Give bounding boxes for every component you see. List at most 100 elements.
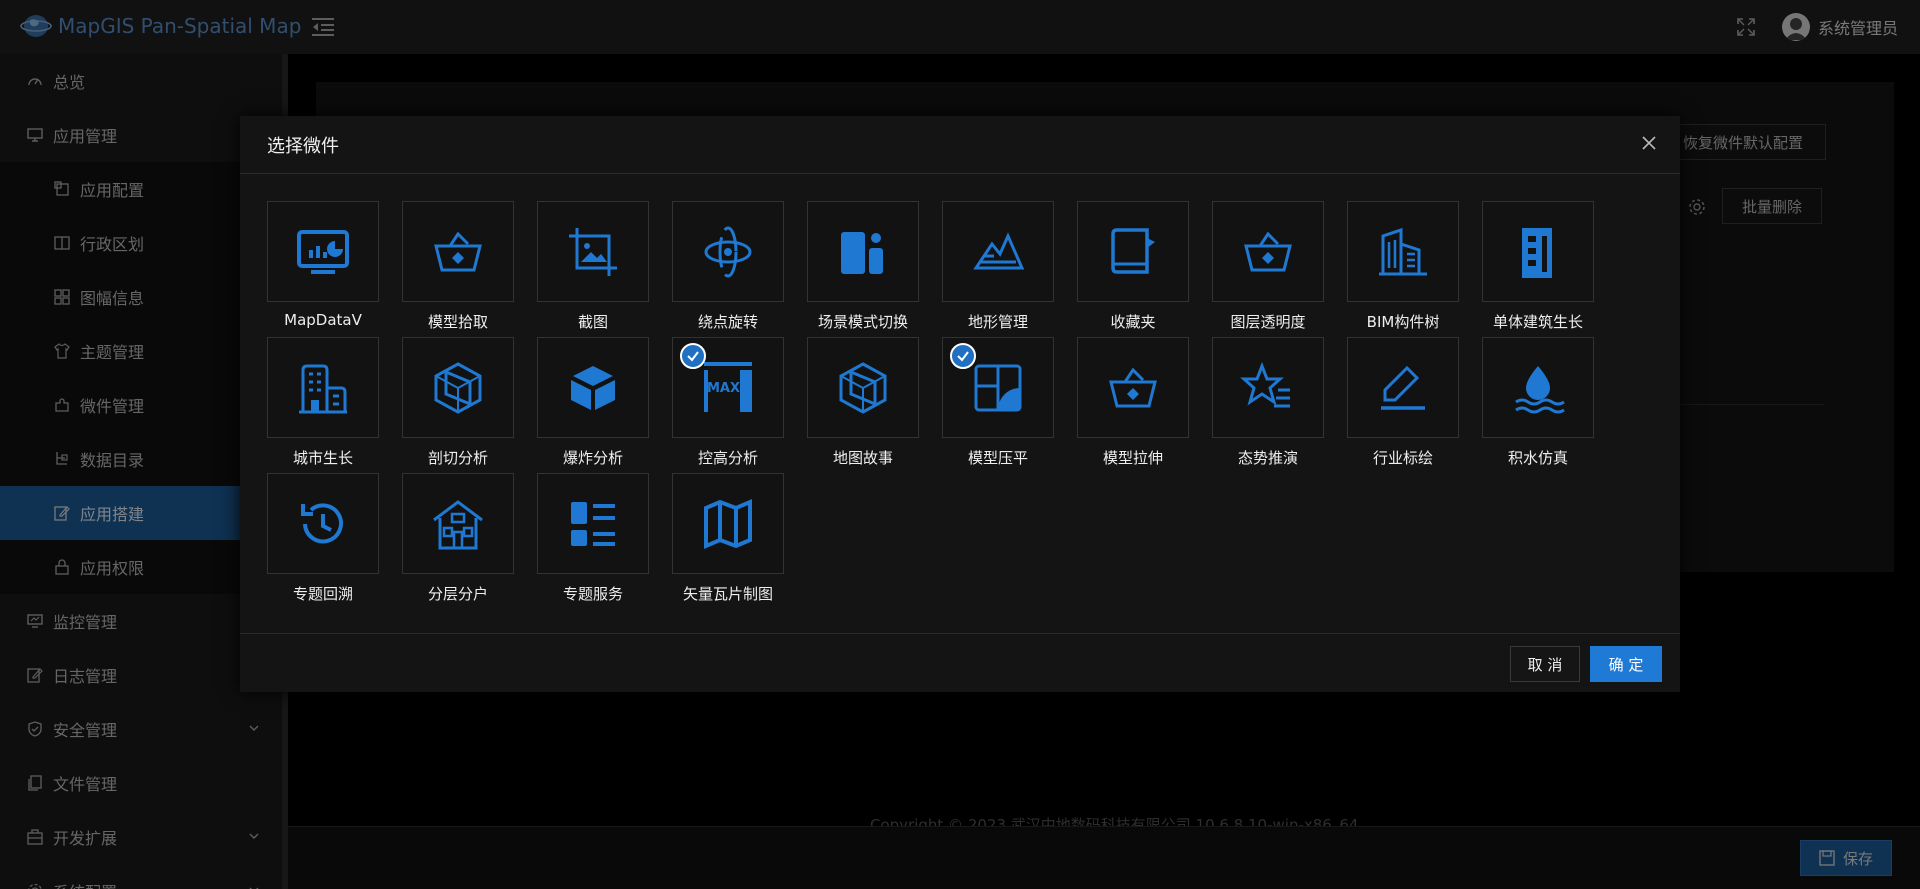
cube-section-icon [839,361,887,414]
widget-tile-vector-tile[interactable]: 矢量瓦片制图 [672,473,784,605]
widget-label: 爆炸分析 [562,449,623,467]
widget-tile-situation-deduction[interactable]: 态势推演 [1212,337,1324,469]
widget-label: 绕点旋转 [697,313,758,331]
widget-tile-height-control[interactable]: MAX 控高分析 [672,337,784,469]
widget-label: 城市生长 [292,449,353,467]
cube-icon [571,365,615,410]
widget-tile-screenshot[interactable]: 截图 [537,201,649,333]
widget-tile-building-growth[interactable]: 单体建筑生长 [1482,201,1594,333]
widget-tile-industry-plotting[interactable]: 行业标绘 [1347,337,1459,469]
basket-icon [1109,367,1157,407]
flatten-icon [974,364,1022,411]
house-icon [433,499,483,549]
widget-icon-box [267,473,379,574]
select-widget-dialog: 选择微件 MapDataV 模型拾取 截图 绕点旋转 场景模式切换 地形管理 收… [240,116,1680,692]
star-list-icon [1240,361,1290,407]
widget-icon-box [807,201,919,302]
widget-label: 矢量瓦片制图 [682,585,773,603]
terrain-icon [973,231,1025,269]
orbit-icon [704,226,752,277]
widget-tile-waterlogging-sim[interactable]: 积水仿真 [1482,337,1594,469]
widget-label: 积水仿真 [1507,449,1568,467]
history-clock-icon [301,502,343,543]
widget-icon-box [1212,337,1324,438]
widget-icon-box [402,337,514,438]
widget-label: 地图故事 [832,449,893,467]
widget-grid: MapDataV 模型拾取 截图 绕点旋转 场景模式切换 地形管理 收藏夹 图层… [267,201,1617,611]
widget-tile-model-flatten[interactable]: 模型压平 [942,337,1054,469]
widget-tile-layer-opacity[interactable]: 图层透明度 [1212,201,1324,333]
map-icon [704,498,752,549]
max-height-icon: MAX [704,361,752,412]
widget-label: 专题服务 [562,585,623,603]
widget-tile-section-analysis[interactable]: 剖切分析 [402,337,514,469]
modal-title: 选择微件 [267,136,339,157]
widget-icon-box [1482,337,1594,438]
widget-label: 收藏夹 [1110,313,1156,331]
bookmark-book-icon [1111,227,1155,274]
widget-icon-box [942,201,1054,302]
dashboard-screen-icon [297,229,349,274]
widget-icon-box [1077,337,1189,438]
city-icon [299,364,347,413]
widget-icon-box [1212,201,1324,302]
widget-tile-scene-mode[interactable]: 场景模式切换 [807,201,919,333]
widget-icon-box [537,337,649,438]
widget-label: 模型压平 [967,449,1028,467]
widget-tile-layer-household[interactable]: 分层分户 [402,473,514,605]
widget-icon-box [537,201,649,302]
widget-label: 专题回溯 [292,585,353,603]
modal-header-divider [240,173,1680,174]
modal-footer-divider [240,633,1680,634]
pen-icon [1381,365,1425,410]
widget-tile-city-growth[interactable]: 城市生长 [267,337,379,469]
widget-icon-box [537,473,649,574]
ok-button[interactable]: 确 定 [1590,646,1662,682]
widget-tile-model-stretch[interactable]: 模型拉伸 [1077,337,1189,469]
widget-icon-box [267,337,379,438]
widget-icon-box [807,337,919,438]
widget-label: 图层透明度 [1230,313,1306,331]
widget-label: 场景模式切换 [817,313,908,331]
checked-icon [950,343,976,369]
widget-tile-topic-backtrack[interactable]: 专题回溯 [267,473,379,605]
cube-section-icon [434,361,482,414]
widget-icon-box [672,201,784,302]
widget-label: 截图 [577,313,608,331]
basket-icon [434,231,482,271]
tower-icon [1522,227,1552,278]
layout-switch-icon [841,231,883,274]
widget-label: 单体建筑生长 [1492,313,1583,331]
widget-icon-box [1347,337,1459,438]
crop-image-icon [569,227,617,276]
widget-label: 地形管理 [967,313,1028,331]
widget-tile-bim-tree[interactable]: BIM构件树 [1347,201,1459,333]
widget-icon-box [402,201,514,302]
list-icon [571,501,615,546]
widget-label: 模型拉伸 [1102,449,1163,467]
widget-icon-box [402,473,514,574]
svg-text:MAX: MAX [707,381,740,396]
widget-icon-box [672,473,784,574]
widget-icon-box [1482,201,1594,302]
widget-tile-explode-analysis[interactable]: 爆炸分析 [537,337,649,469]
widget-tile-mapdatav[interactable]: MapDataV [267,201,379,333]
widget-label: BIM构件树 [1366,313,1440,331]
water-drop-icon [1515,365,1565,413]
widget-tile-terrain[interactable]: 地形管理 [942,201,1054,333]
widget-tile-topic-service[interactable]: 专题服务 [537,473,649,605]
widget-label: 剖切分析 [427,449,488,467]
buildings-icon [1379,227,1427,275]
cancel-button[interactable]: 取 消 [1510,646,1580,682]
widget-label: 态势推演 [1237,449,1298,467]
widget-label: 模型拾取 [427,313,488,331]
widget-icon-box [1077,201,1189,302]
close-icon[interactable] [1640,134,1658,152]
widget-tile-orbit-rotate[interactable]: 绕点旋转 [672,201,784,333]
widget-icon-box [267,201,379,302]
widget-tile-model-pick[interactable]: 模型拾取 [402,201,514,333]
widget-tile-favorites[interactable]: 收藏夹 [1077,201,1189,333]
widget-icon-box [1347,201,1459,302]
widget-tile-map-story[interactable]: 地图故事 [807,337,919,469]
widget-label: 分层分户 [427,585,488,603]
